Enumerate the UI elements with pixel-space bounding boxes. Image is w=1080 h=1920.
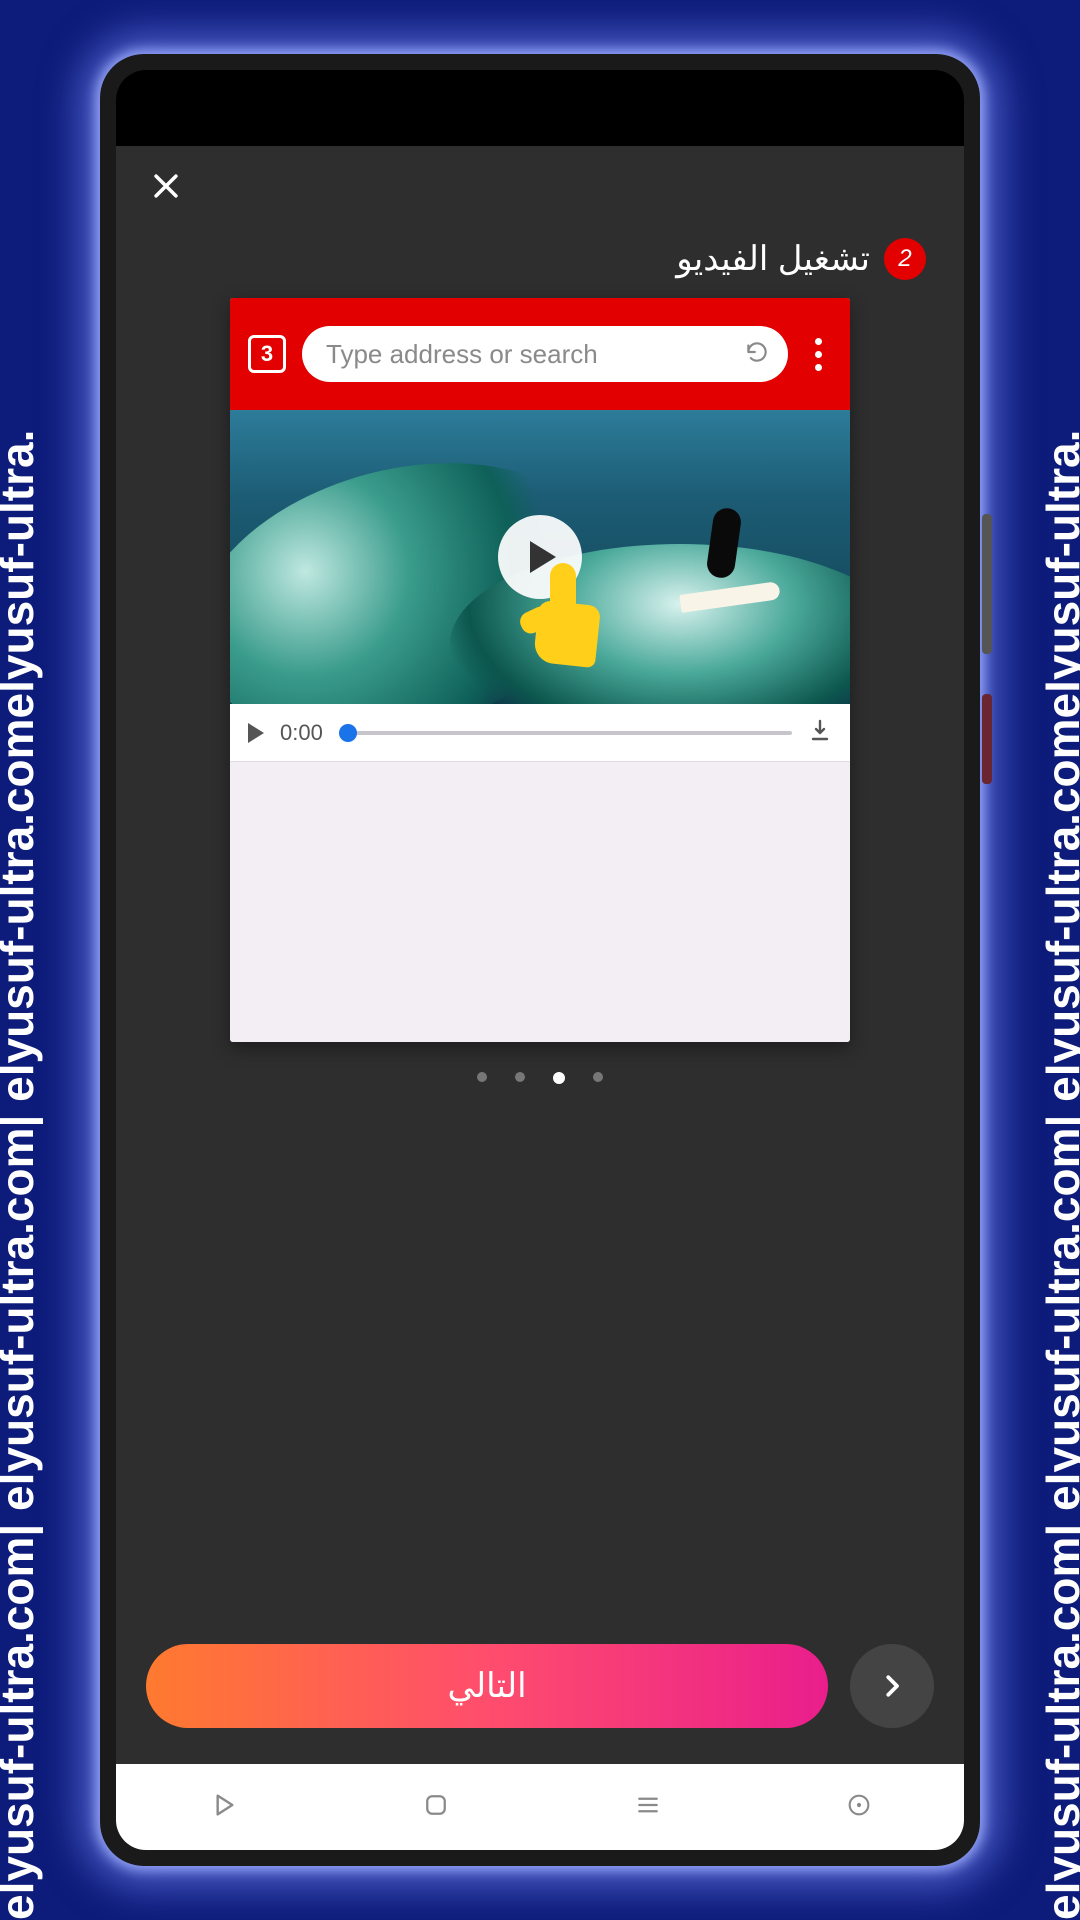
browser-menu-button[interactable] bbox=[804, 338, 832, 371]
step-number-badge: 2 bbox=[884, 238, 926, 280]
phone-screen: تشغيل الفيديو 2 3 Type address or search bbox=[116, 70, 964, 1850]
chevron-right-icon bbox=[877, 1671, 907, 1701]
search-placeholder: Type address or search bbox=[326, 339, 732, 370]
page-dot[interactable] bbox=[477, 1072, 487, 1082]
page-dot[interactable] bbox=[515, 1072, 525, 1082]
dot-icon bbox=[815, 351, 822, 358]
watermark-right: elyusuf-ultra.com| elyusuf-ultra.com| el… bbox=[1036, 0, 1080, 1920]
page-dot-active[interactable] bbox=[553, 1072, 565, 1084]
next-button[interactable]: التالي bbox=[146, 1644, 828, 1728]
system-nav-bar bbox=[116, 1764, 964, 1850]
tab-count-button[interactable]: 3 bbox=[248, 335, 286, 373]
seek-knob[interactable] bbox=[339, 724, 357, 742]
reload-icon[interactable] bbox=[744, 339, 770, 370]
status-bar bbox=[116, 70, 964, 146]
dot-icon bbox=[815, 364, 822, 371]
tap-hand-icon bbox=[528, 563, 618, 683]
current-time: 0:00 bbox=[280, 720, 323, 746]
page-dot[interactable] bbox=[593, 1072, 603, 1082]
watermark-left: elyusuf-ultra.com| elyusuf-ultra.com| el… bbox=[0, 0, 44, 1920]
close-button[interactable] bbox=[144, 164, 188, 208]
phone-side-button-power bbox=[982, 694, 992, 784]
nav-back-icon[interactable] bbox=[207, 1789, 239, 1826]
card-blank-area bbox=[230, 762, 850, 1042]
bottom-actions: التالي bbox=[116, 1644, 964, 1764]
topbar bbox=[116, 146, 964, 218]
nav-recents-icon[interactable] bbox=[633, 1790, 663, 1825]
step-header: تشغيل الفيديو 2 bbox=[116, 218, 964, 298]
seek-track[interactable] bbox=[339, 731, 792, 735]
close-icon bbox=[149, 169, 183, 203]
address-search-input[interactable]: Type address or search bbox=[302, 326, 788, 382]
page-indicator bbox=[116, 1042, 964, 1114]
dot-icon bbox=[815, 338, 822, 345]
onboarding-card: 3 Type address or search bbox=[230, 298, 850, 1042]
nav-home-icon[interactable] bbox=[421, 1790, 451, 1825]
mini-play-icon[interactable] bbox=[248, 723, 264, 743]
surfer-graphic bbox=[680, 498, 770, 628]
download-icon[interactable] bbox=[808, 718, 832, 747]
video-player-bar: 0:00 bbox=[230, 704, 850, 762]
browser-top-bar: 3 Type address or search bbox=[230, 298, 850, 410]
video-thumbnail[interactable] bbox=[230, 410, 850, 704]
phone-side-button-volume bbox=[982, 514, 992, 654]
nav-extra-icon[interactable] bbox=[845, 1791, 873, 1824]
skip-button[interactable] bbox=[850, 1644, 934, 1728]
step-title: تشغيل الفيديو bbox=[676, 239, 870, 279]
phone-frame: تشغيل الفيديو 2 3 Type address or search bbox=[100, 54, 980, 1866]
